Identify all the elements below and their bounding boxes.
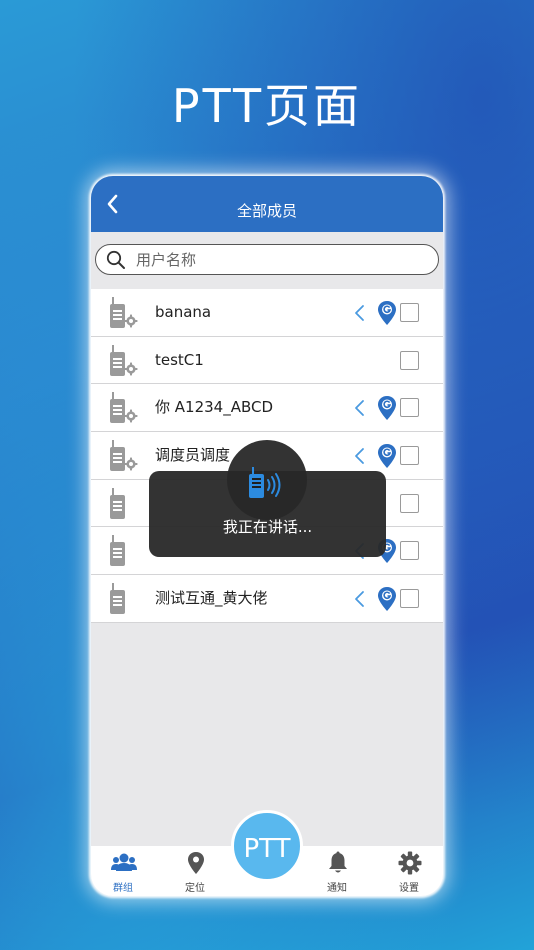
member-checkbox[interactable] xyxy=(400,398,419,418)
radio-gear-icon xyxy=(110,440,138,472)
hero-title: PTT页面 xyxy=(171,79,363,133)
list-item[interactable]: 你 A1234_ABCD xyxy=(91,384,443,433)
radio-icon xyxy=(110,487,125,519)
member-name: 测试互通_黄大佬 xyxy=(155,589,268,608)
ptt-button[interactable]: PTT xyxy=(231,810,303,882)
member-name: testC1 xyxy=(155,350,204,369)
chevron-left-icon[interactable] xyxy=(353,589,367,609)
walkie-talkie-speaking-icon xyxy=(249,467,281,498)
bell-icon xyxy=(329,851,347,873)
page-title: 全部成员 xyxy=(236,202,297,220)
tab-label: 定位 xyxy=(185,883,205,894)
tab-notifications[interactable]: 通知 xyxy=(307,846,367,896)
tab-settings[interactable]: 设置 xyxy=(379,846,439,896)
radio-gear-icon xyxy=(110,297,138,328)
location-pin-icon xyxy=(188,852,204,874)
map-pin-icon[interactable] xyxy=(376,300,398,326)
speaking-toast-text: 我正在讲话... xyxy=(222,518,313,536)
list-item[interactable]: testC1 xyxy=(91,336,443,385)
member-checkbox[interactable] xyxy=(400,493,419,513)
map-pin-icon[interactable] xyxy=(376,586,398,612)
tab-group[interactable]: 群组 xyxy=(93,846,153,896)
radio-gear-icon xyxy=(110,392,138,424)
tab-location[interactable]: 定位 xyxy=(165,846,225,896)
radio-icon xyxy=(110,535,125,567)
tab-label: 群组 xyxy=(113,883,133,894)
search-bar xyxy=(91,232,443,288)
radio-gear-icon xyxy=(110,344,138,376)
member-name: 你 A1234_ABCD xyxy=(155,398,274,417)
member-name: banana xyxy=(155,303,212,321)
chevron-left-icon[interactable] xyxy=(353,303,367,323)
chevron-left-icon[interactable] xyxy=(353,446,367,466)
phone-screen: 全部成员 banana xyxy=(91,176,443,896)
member-checkbox[interactable] xyxy=(400,541,419,561)
member-checkbox[interactable] xyxy=(400,446,419,466)
list-item[interactable]: 测试互通_黄大佬 xyxy=(91,575,443,623)
member-checkbox[interactable] xyxy=(400,350,419,370)
tab-label: 通知 xyxy=(327,883,347,894)
member-checkbox[interactable] xyxy=(400,589,419,609)
map-pin-icon[interactable] xyxy=(376,395,398,421)
tab-label: 设置 xyxy=(399,883,419,894)
gear-icon xyxy=(398,851,422,875)
member-checkbox[interactable] xyxy=(400,303,419,322)
search-icon xyxy=(106,250,125,269)
group-icon xyxy=(111,853,137,871)
radio-icon xyxy=(110,583,125,615)
app-header: 全部成员 xyxy=(91,176,443,232)
list-item[interactable]: banana xyxy=(91,289,443,337)
search-box[interactable] xyxy=(95,244,439,275)
search-input[interactable] xyxy=(136,245,426,274)
map-pin-icon[interactable] xyxy=(376,443,398,469)
chevron-left-icon[interactable] xyxy=(353,398,367,418)
